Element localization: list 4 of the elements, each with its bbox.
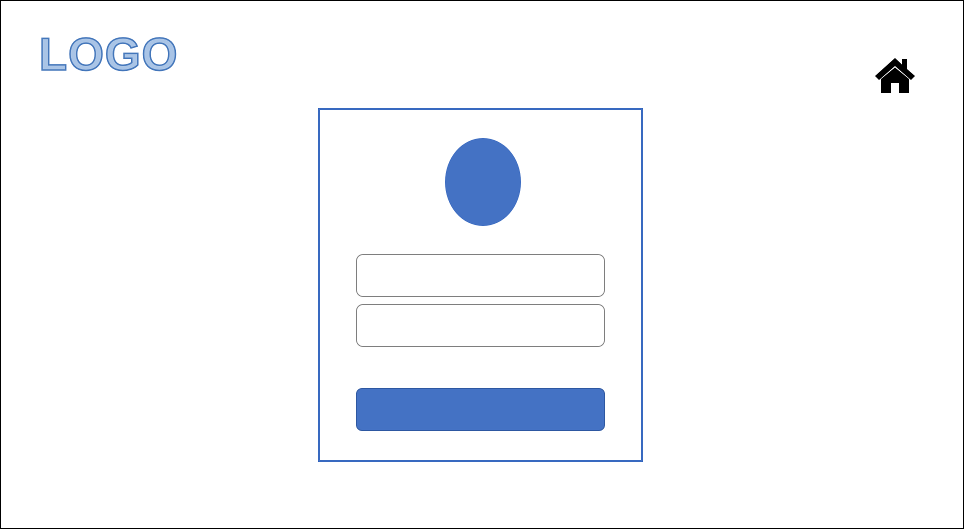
home-icon[interactable] [873, 55, 917, 95]
logo: LOGO [39, 27, 178, 82]
input-field[interactable] [356, 254, 604, 297]
input-field[interactable] [356, 304, 604, 347]
